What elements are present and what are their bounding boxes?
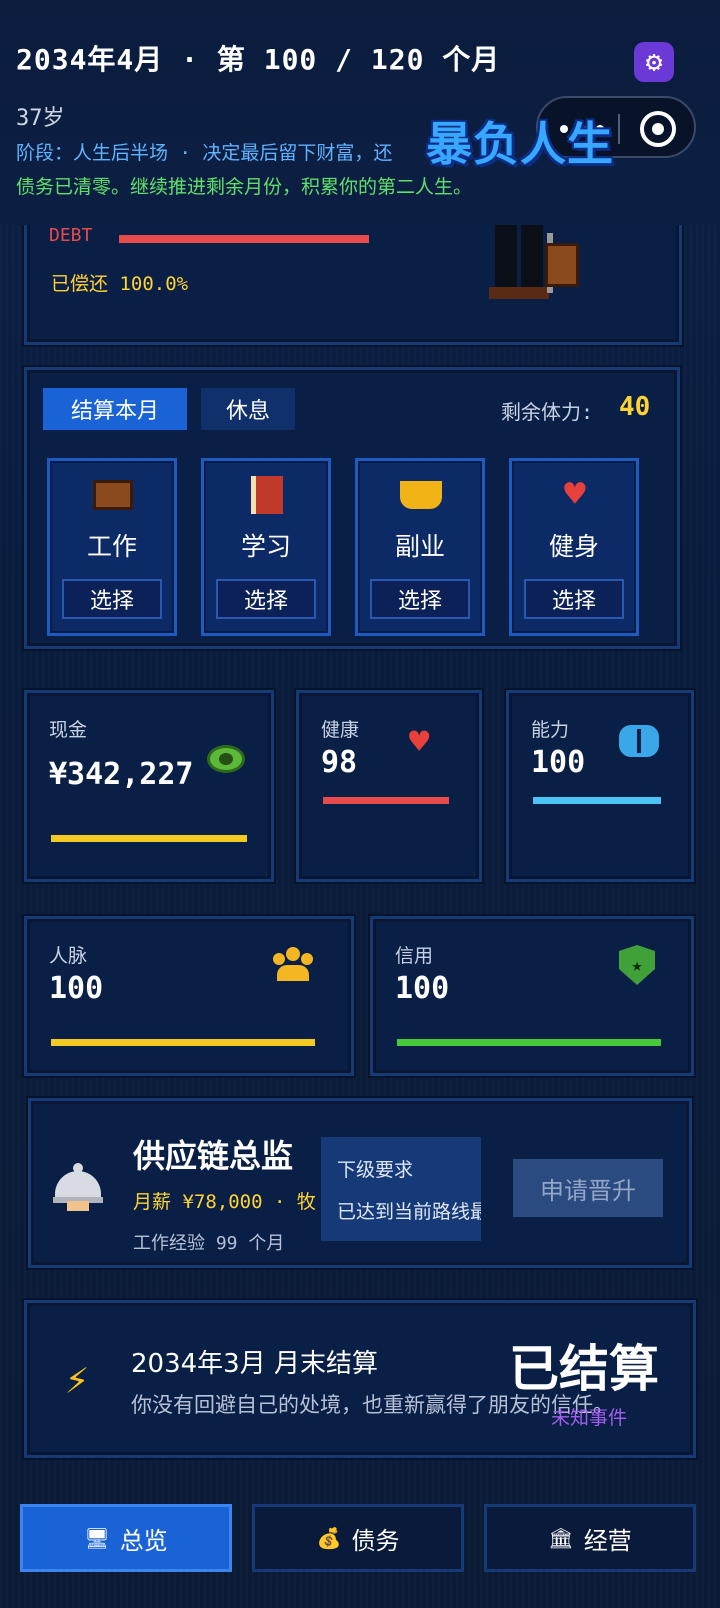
money-bag-icon: 💰 (316, 1526, 342, 1550)
action-label: 学习 (240, 532, 291, 561)
tooltip-heading: 下级要求 (337, 1159, 414, 1181)
choose-side-job-button[interactable]: 选择 (370, 579, 470, 619)
choose-study-button[interactable]: 选择 (216, 579, 316, 619)
monitor-icon: 🖥 (84, 1526, 110, 1550)
book-icon (244, 475, 290, 515)
settle-month-button[interactable]: 结算本月 (43, 388, 187, 430)
ability-stat-panel: 能力 100 (506, 690, 694, 882)
nav-overview-tab[interactable]: 🖥 总览 (20, 1504, 232, 1572)
month-progress-title: 2034年4月 · 第 100 / 120 个月 (16, 43, 501, 76)
cash-stat-panel: 现金 ¥342,227 (24, 690, 274, 882)
action-card-side-job[interactable]: 副业 选择 (355, 458, 485, 636)
heart-icon: ♥ (564, 474, 586, 515)
choose-work-button[interactable]: 选择 (62, 579, 162, 619)
cloche-icon (53, 1163, 103, 1211)
close-target-icon[interactable] (640, 111, 676, 147)
brain-icon (619, 725, 659, 757)
stamina-value: 40 (619, 392, 651, 422)
choose-fitness-button[interactable]: 选择 (524, 579, 624, 619)
unknown-event-tag: 未知事件 (551, 1407, 628, 1429)
nav-business-tab[interactable]: 🏛 经营 (484, 1504, 696, 1572)
health-value: 98 (321, 745, 358, 780)
job-title: 供应链总监 (133, 1137, 294, 1175)
scooter-icon (398, 475, 444, 515)
cash-label: 现金 (49, 719, 88, 741)
people-icon (273, 947, 313, 983)
work-experience: 工作经验 99 个月 (133, 1233, 285, 1254)
gear-icon[interactable]: ⚙ (634, 42, 674, 82)
network-label: 人脉 (49, 945, 88, 967)
character-sprite (485, 213, 585, 309)
cash-bar (51, 835, 247, 842)
network-value: 100 (49, 971, 104, 1006)
action-card-work[interactable]: 工作 选择 (47, 458, 177, 636)
nav-debt-label: 债务 (351, 1526, 400, 1555)
salary-text: 月薪 ¥78,000 · 牧 (133, 1191, 316, 1213)
health-stat-panel: 健康 98 ♥ (296, 690, 482, 882)
credit-value: 100 (395, 971, 450, 1006)
cash-value: ¥342,227 (49, 757, 194, 792)
ability-bar (533, 797, 661, 804)
health-label: 健康 (321, 719, 360, 741)
game-logo: 暴负人生 (426, 117, 614, 171)
lightning-icon: ⚡ (65, 1357, 90, 1403)
network-bar (51, 1039, 315, 1046)
career-panel: 供应链总监 月薪 ¥78,000 · 牧 工作经验 99 个月 下级要求 已达到… (28, 1098, 692, 1268)
briefcase-icon (545, 243, 579, 287)
building-icon: 🏛 (548, 1526, 574, 1550)
settled-stamp: 已结算 (509, 1340, 659, 1398)
apply-promotion-button[interactable]: 申请晋升 (513, 1159, 663, 1217)
tooltip-text: 已达到当前路线最高 (337, 1201, 481, 1223)
money-icon (207, 745, 245, 773)
action-card-fitness[interactable]: ♥ 健身 选择 (509, 458, 639, 636)
nav-business-label: 经营 (583, 1526, 632, 1555)
ability-value: 100 (531, 745, 586, 780)
action-card-study[interactable]: 学习 选择 (201, 458, 331, 636)
action-label: 工作 (86, 532, 137, 561)
event-title: 2034年3月 月末结算 (131, 1349, 378, 1379)
shield-star-icon: ★ (619, 945, 655, 985)
network-stat-panel: 人脉 100 (24, 916, 354, 1076)
month-end-event-panel: ⚡ 2034年3月 月末结算 你没有回避自己的处境，也重新赢得了朋友的信任。 已… (24, 1300, 696, 1458)
repaid-percentage: 已偿还 100.0% (51, 273, 189, 295)
header: 2034年4月 · 第 100 / 120 个月 ⚙ 37岁 阶段：人生后半场 … (0, 0, 720, 225)
heart-icon: ♥ (409, 722, 430, 762)
action-label: 健身 (548, 532, 599, 561)
debt-cleared-message: 债务已清零。继续推进剩余月份，积累你的第二人生。 (16, 176, 473, 198)
credit-stat-panel: 信用 100 ★ (370, 916, 694, 1076)
debt-label: DEBT (49, 225, 93, 246)
life-stage-text: 阶段：人生后半场 · 决定最后留下财富，还 (16, 142, 393, 164)
nav-debt-tab[interactable]: 💰 债务 (252, 1504, 464, 1572)
rest-button[interactable]: 休息 (201, 388, 295, 430)
age-label: 37岁 (16, 106, 65, 131)
action-panel: 结算本月 休息 剩余体力: 40 工作 选择 学习 选择 副业 选择 ♥ 健身 … (24, 367, 680, 649)
health-bar (323, 797, 449, 804)
credit-bar (397, 1039, 661, 1046)
ability-label: 能力 (531, 719, 570, 741)
nav-overview-label: 总览 (119, 1526, 168, 1555)
promotion-tooltip: 下级要求 已达到当前路线最高 (321, 1137, 481, 1241)
credit-label: 信用 (395, 945, 434, 967)
briefcase-icon (90, 475, 136, 515)
action-label: 副业 (394, 532, 445, 561)
stamina-label: 剩余体力: (501, 400, 594, 424)
debt-progress-bar (119, 235, 369, 243)
